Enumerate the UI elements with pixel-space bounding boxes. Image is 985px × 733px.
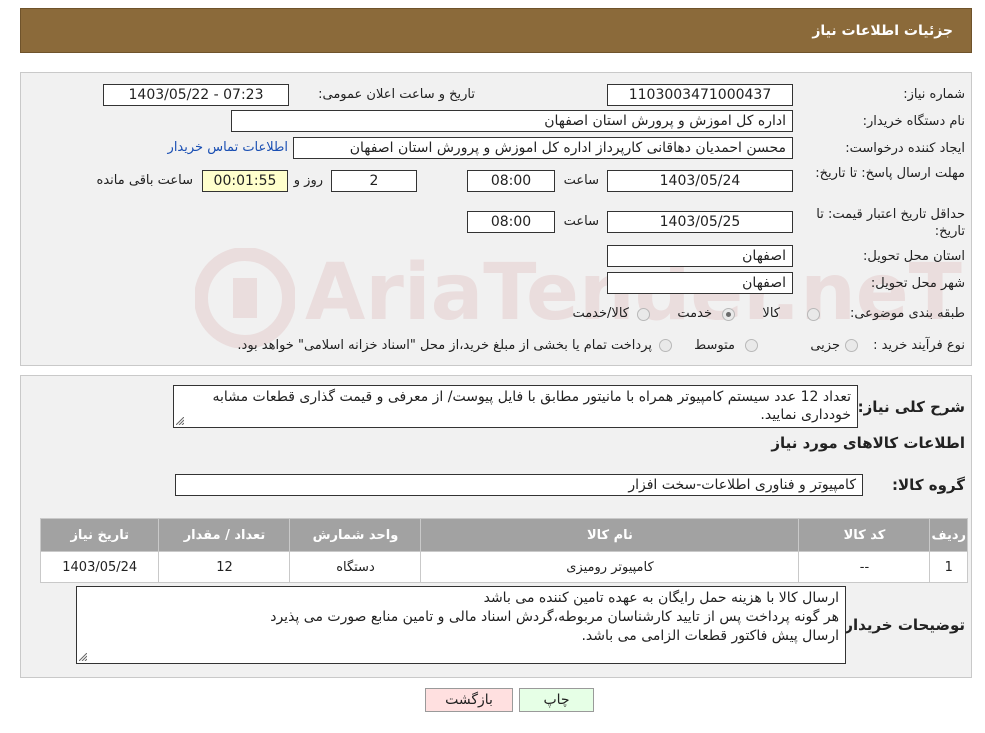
announce-field: 1403/05/22 - 07:23 bbox=[103, 84, 289, 106]
description-textarea[interactable]: تعداد 12 عدد سیستم کامپیوتر همراه با مان… bbox=[173, 385, 858, 428]
col-code: کد کالا bbox=[798, 518, 931, 552]
category-goods-service-label: کالا/خدمت bbox=[572, 306, 629, 321]
col-date: تاریخ نیاز bbox=[39, 518, 160, 552]
goods-section-title: اطلاعات کالاهای مورد نیاز bbox=[771, 434, 965, 452]
goods-table: ردیف کد کالا نام کالا واحد شمارش تعداد /… bbox=[39, 518, 968, 583]
price-time-label: ساعت bbox=[563, 214, 599, 229]
page-title: جزئیات اطلاعات نیاز bbox=[812, 23, 953, 39]
creator-label: ایجاد کننده درخواست: bbox=[845, 141, 965, 156]
price-validity-text: حداقل تاریخ اعتبار قیمت: تا تاریخ: bbox=[816, 207, 965, 239]
announce-label: تاریخ و ساعت اعلان عمومی: bbox=[318, 87, 475, 102]
price-validity-label: حداقل تاریخ اعتبار قیمت: تا تاریخ: bbox=[790, 206, 965, 240]
category-goods-service-radio[interactable] bbox=[637, 308, 650, 321]
reply-deadline-text: مهلت ارسال پاسخ: تا تاریخ: bbox=[815, 166, 965, 181]
category-goods-label: کالا bbox=[762, 306, 780, 321]
process-minor-radio[interactable] bbox=[845, 339, 858, 352]
creator-field: محسن احمدیان دهاقانی کارپرداز اداره کل ا… bbox=[293, 137, 793, 159]
page-header: جزئیات اطلاعات نیاز bbox=[20, 8, 972, 53]
buyer-note-line: هر گونه پرداخت پس از تایید کارشناسان مرب… bbox=[270, 609, 839, 625]
reply-time-field: 08:00 bbox=[467, 170, 555, 192]
back-button[interactable]: بازگشت bbox=[425, 688, 513, 712]
category-label: طبقه بندی موضوعی: bbox=[849, 306, 965, 321]
city-field: اصفهان bbox=[607, 272, 793, 294]
province-field: اصفهان bbox=[607, 245, 793, 267]
table-row[interactable]: 1 -- کامپیوتر رومیزی دستگاه 12 1403/05/2… bbox=[39, 551, 968, 583]
buyer-notes-label: توضیحات خریدار: bbox=[838, 616, 965, 634]
buyer-field: اداره کل اموزش و پرورش استان اصفهان bbox=[231, 110, 793, 132]
process-label: نوع فرآیند خرید : bbox=[873, 338, 965, 353]
category-service-label: خدمت bbox=[677, 306, 712, 321]
print-button[interactable]: چاپ bbox=[519, 688, 594, 712]
reply-date-field: 1403/05/24 bbox=[607, 170, 793, 192]
need-number-field: 1103003471000437 bbox=[607, 84, 793, 106]
resize-grip-icon[interactable] bbox=[176, 417, 184, 425]
resize-grip-icon[interactable] bbox=[79, 653, 87, 661]
goods-table-wrap: ردیف کد کالا نام کالا واحد شمارش تعداد /… bbox=[39, 518, 968, 583]
cell-unit: دستگاه bbox=[289, 551, 422, 583]
price-time-field: 08:00 bbox=[467, 211, 555, 233]
reply-deadline-label: مهلت ارسال پاسخ: تا تاریخ: bbox=[815, 165, 965, 182]
description-text: تعداد 12 عدد سیستم کامپیوتر همراه با مان… bbox=[212, 389, 851, 423]
buyer-contact-link[interactable]: اطلاعات تماس خریدار bbox=[168, 140, 288, 155]
goods-group-label: گروه کالا: bbox=[892, 476, 965, 494]
process-medium-radio[interactable] bbox=[745, 339, 758, 352]
need-number-label: شماره نیاز: bbox=[903, 87, 965, 102]
buyer-note-line: ارسال کالا با هزینه حمل رایگان به عهده ت… bbox=[483, 590, 839, 606]
process-medium-label: متوسط bbox=[694, 338, 735, 353]
cell-date: 1403/05/24 bbox=[39, 551, 160, 583]
days-field: 2 bbox=[331, 170, 417, 192]
goods-group-field: کامپیوتر و فناوری اطلاعات-سخت افزار bbox=[175, 474, 863, 496]
price-date-field: 1403/05/25 bbox=[607, 211, 793, 233]
cell-code: -- bbox=[798, 551, 931, 583]
col-name: نام کالا bbox=[420, 518, 800, 552]
category-goods-radio[interactable] bbox=[807, 308, 820, 321]
cell-qty: 12 bbox=[158, 551, 291, 583]
remaining-label: ساعت باقی مانده bbox=[96, 173, 193, 188]
buyer-notes-textarea[interactable]: ارسال کالا با هزینه حمل رایگان به عهده ت… bbox=[76, 586, 846, 664]
days-label: روز و bbox=[293, 173, 323, 188]
description-label: شرح کلی نیاز: bbox=[857, 398, 965, 416]
process-note: پرداخت تمام یا بخشی از مبلغ خرید،از محل … bbox=[237, 338, 652, 353]
buyer-note-line: ارسال پیش فاکتور قطعات الزامی می باشد. bbox=[581, 628, 839, 644]
province-label: استان محل تحویل: bbox=[863, 249, 965, 264]
col-row: ردیف bbox=[929, 518, 968, 552]
reply-time-label: ساعت bbox=[563, 173, 599, 188]
cell-name: کامپیوتر رومیزی bbox=[420, 551, 800, 583]
col-qty: تعداد / مقدار bbox=[158, 518, 291, 552]
watermark-logo-icon bbox=[194, 247, 296, 349]
col-unit: واحد شمارش bbox=[289, 518, 422, 552]
cell-row: 1 bbox=[929, 551, 968, 583]
buyer-label: نام دستگاه خریدار: bbox=[862, 114, 965, 129]
process-treasury-radio[interactable] bbox=[659, 339, 672, 352]
table-header-row: ردیف کد کالا نام کالا واحد شمارش تعداد /… bbox=[39, 518, 968, 552]
category-service-radio[interactable] bbox=[722, 308, 735, 321]
remaining-time-field: 00:01:55 bbox=[202, 170, 288, 192]
city-label: شهر محل تحویل: bbox=[870, 276, 965, 291]
process-minor-label: جزیی bbox=[810, 338, 840, 353]
